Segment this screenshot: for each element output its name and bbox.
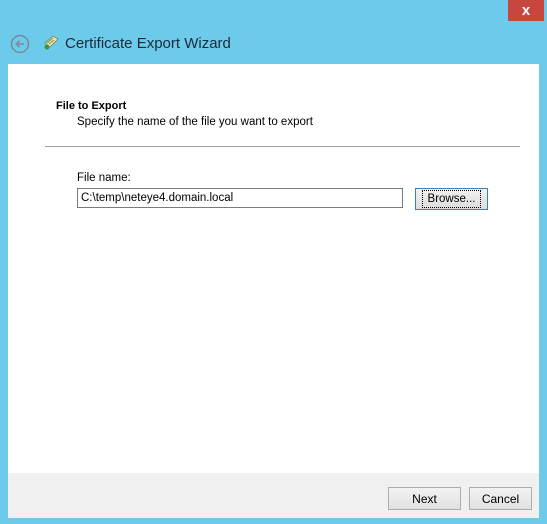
- wizard-title: Certificate Export Wizard: [65, 35, 231, 52]
- next-label: Next: [412, 491, 437, 506]
- section-subtitle: Specify the name of the file you want to…: [77, 116, 313, 128]
- browse-label: Browse...: [421, 190, 482, 208]
- cancel-button[interactable]: Cancel: [469, 487, 532, 510]
- section-title: File to Export: [56, 100, 127, 112]
- wizard-footer: Next Cancel: [8, 473, 539, 518]
- close-button[interactable]: x: [508, 0, 544, 21]
- divider: [45, 146, 520, 147]
- wizard-header: Certificate Export Wizard: [0, 22, 547, 64]
- browse-button[interactable]: Browse...: [415, 188, 488, 210]
- file-name-label: File name:: [77, 172, 131, 184]
- wizard-content: File to Export Specify the name of the f…: [8, 64, 539, 473]
- back-button[interactable]: [10, 34, 30, 54]
- cancel-label: Cancel: [481, 491, 520, 506]
- back-arrow-icon: [10, 34, 30, 54]
- certificate-icon: [42, 33, 60, 51]
- close-label: x: [521, 2, 531, 19]
- wizard-window: x Certificate Export Wizard File to Expo…: [0, 0, 547, 524]
- file-name-input[interactable]: [77, 188, 403, 208]
- next-button[interactable]: Next: [388, 487, 461, 510]
